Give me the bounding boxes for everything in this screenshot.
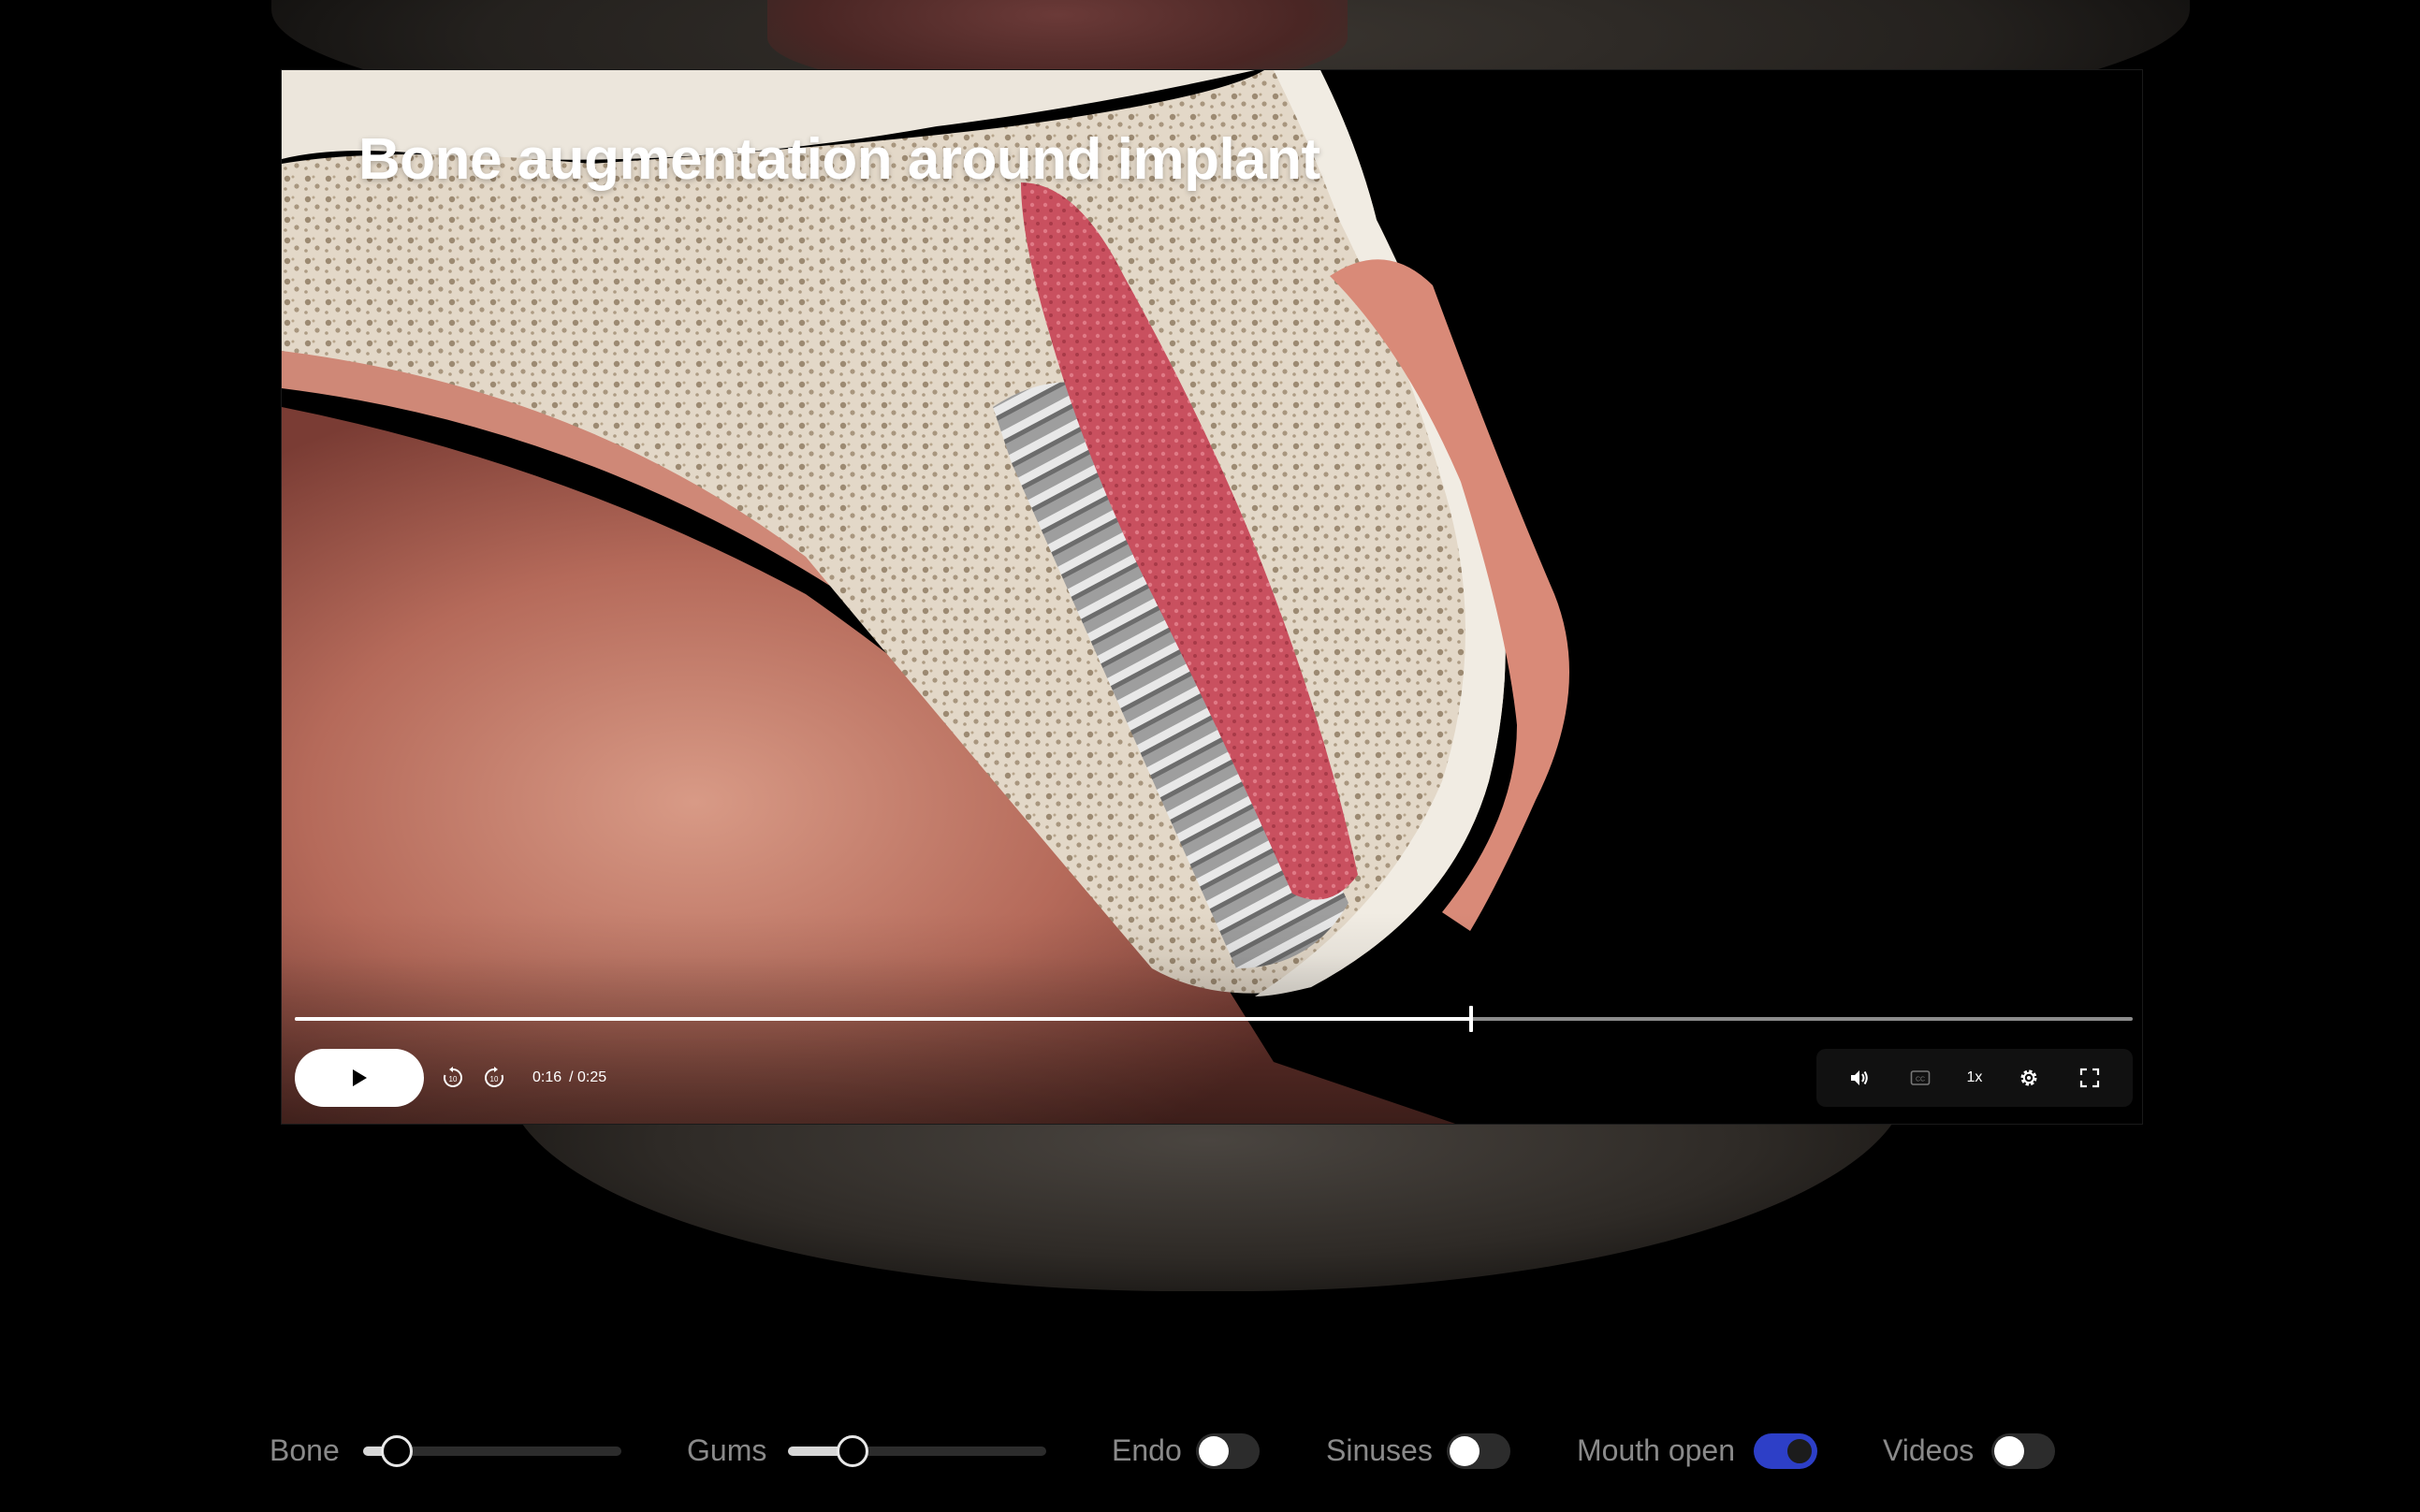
captions-icon[interactable]: CC xyxy=(1906,1064,1934,1092)
playback-speed-button[interactable]: 1x xyxy=(1967,1069,1983,1086)
fullscreen-icon[interactable] xyxy=(2076,1064,2104,1092)
video-title: Bone augmentation around implant xyxy=(358,127,1320,192)
sinuses-label: Sinuses xyxy=(1326,1433,1433,1467)
mouth-open-toggle[interactable] xyxy=(1754,1433,1817,1469)
svg-text:10: 10 xyxy=(449,1075,458,1083)
time-display: 0:16 / 0:25 xyxy=(532,1069,606,1086)
toggle-knob xyxy=(1450,1436,1480,1466)
playback-controls: 10 10 0:16 / 0:25 xyxy=(439,1049,626,1107)
play-icon xyxy=(353,1069,367,1086)
video-progress-bar[interactable] xyxy=(295,1006,2133,1032)
volume-icon[interactable] xyxy=(1845,1064,1873,1092)
bone-slider[interactable] xyxy=(363,1435,621,1467)
svg-text:10: 10 xyxy=(490,1075,499,1083)
toggle-knob xyxy=(1994,1436,2024,1466)
toggle-knob xyxy=(1785,1436,1815,1466)
videos-label: Videos xyxy=(1883,1433,1975,1467)
current-time: 0:16 xyxy=(532,1069,562,1085)
endo-label: Endo xyxy=(1112,1433,1182,1467)
rewind-10-icon[interactable]: 10 xyxy=(439,1064,467,1092)
play-button[interactable] xyxy=(295,1049,424,1107)
videos-toggle[interactable] xyxy=(1991,1433,2055,1469)
toggle-knob xyxy=(1199,1436,1229,1466)
bone-label: Bone xyxy=(270,1433,340,1467)
video-progress-fill xyxy=(295,1017,1471,1021)
gums-slider[interactable] xyxy=(788,1435,1046,1467)
mouth-open-label: Mouth open xyxy=(1577,1433,1736,1467)
sinuses-toggle[interactable] xyxy=(1447,1433,1510,1469)
gear-icon[interactable] xyxy=(2015,1064,2043,1092)
endo-toggle[interactable] xyxy=(1196,1433,1260,1469)
forward-10-icon[interactable]: 10 xyxy=(480,1064,508,1092)
svg-text:CC: CC xyxy=(1916,1077,1925,1083)
gums-label: Gums xyxy=(687,1433,767,1467)
gums-slider-thumb[interactable] xyxy=(837,1435,868,1467)
bone-slider-thumb[interactable] xyxy=(380,1435,413,1467)
app-stage: Bone augmentation around implant 10 10 0… xyxy=(0,0,2420,1512)
player-options: CC 1x xyxy=(1816,1049,2133,1107)
video-player[interactable]: Bone augmentation around implant 10 10 0… xyxy=(281,69,2143,1125)
video-progress-scrubber[interactable] xyxy=(1468,1006,1473,1032)
layer-controls: Bone Gums Endo Sinuses Mouth open Videos xyxy=(0,1422,2420,1478)
duration: / 0:25 xyxy=(569,1069,607,1085)
